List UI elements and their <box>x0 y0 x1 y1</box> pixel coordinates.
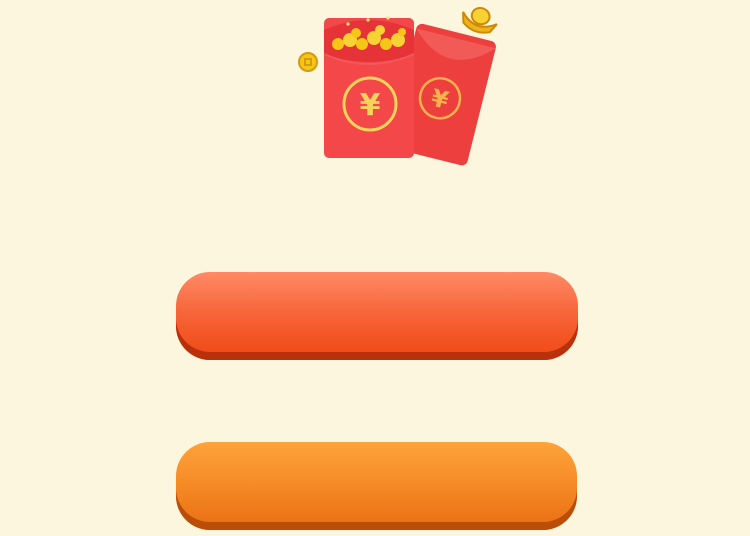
coin-icon <box>298 52 318 72</box>
red-envelope-illustration: ¥ ¥ <box>290 0 510 170</box>
secondary-button[interactable] <box>176 442 577 530</box>
gold-ingot-icon <box>462 6 498 34</box>
front-envelope-icon: ¥ <box>323 16 415 158</box>
primary-button[interactable] <box>176 272 578 360</box>
svg-text:¥: ¥ <box>360 88 381 123</box>
